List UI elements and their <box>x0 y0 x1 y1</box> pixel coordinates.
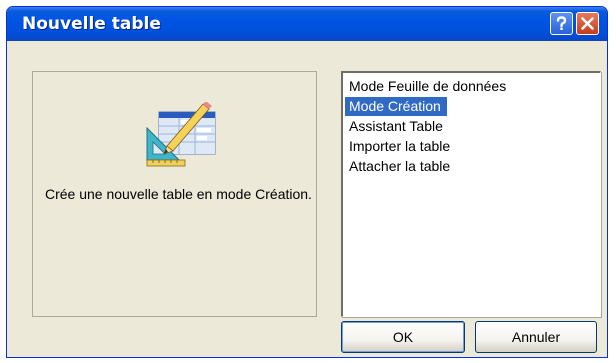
window-title: Nouvelle table <box>22 14 161 34</box>
title-bar[interactable]: Nouvelle table <box>7 7 607 41</box>
help-button[interactable] <box>550 12 573 35</box>
close-icon <box>581 17 594 30</box>
list-item-mode-feuille[interactable]: Mode Feuille de données <box>345 77 512 96</box>
table-design-icon <box>146 102 216 167</box>
ok-button[interactable]: OK <box>341 321 465 353</box>
close-button[interactable] <box>576 12 599 35</box>
list-item-attacher-table[interactable]: Attacher la table <box>345 157 456 176</box>
table-mode-list[interactable]: Mode Feuille de données Mode Création As… <box>341 71 601 317</box>
preview-panel: Crée une nouvelle table en mode Création… <box>32 71 317 317</box>
dialog-window: Nouvelle table Crée une nouvelle table e… <box>6 6 608 358</box>
list-item-importer-table[interactable]: Importer la table <box>345 137 456 156</box>
list-item-assistant-table[interactable]: Assistant Table <box>345 117 449 136</box>
help-icon <box>556 16 567 30</box>
mode-description: Crée une nouvelle table en mode Création… <box>45 186 312 202</box>
list-item-mode-creation[interactable]: Mode Création <box>345 97 447 116</box>
cancel-button[interactable]: Annuler <box>475 321 597 353</box>
